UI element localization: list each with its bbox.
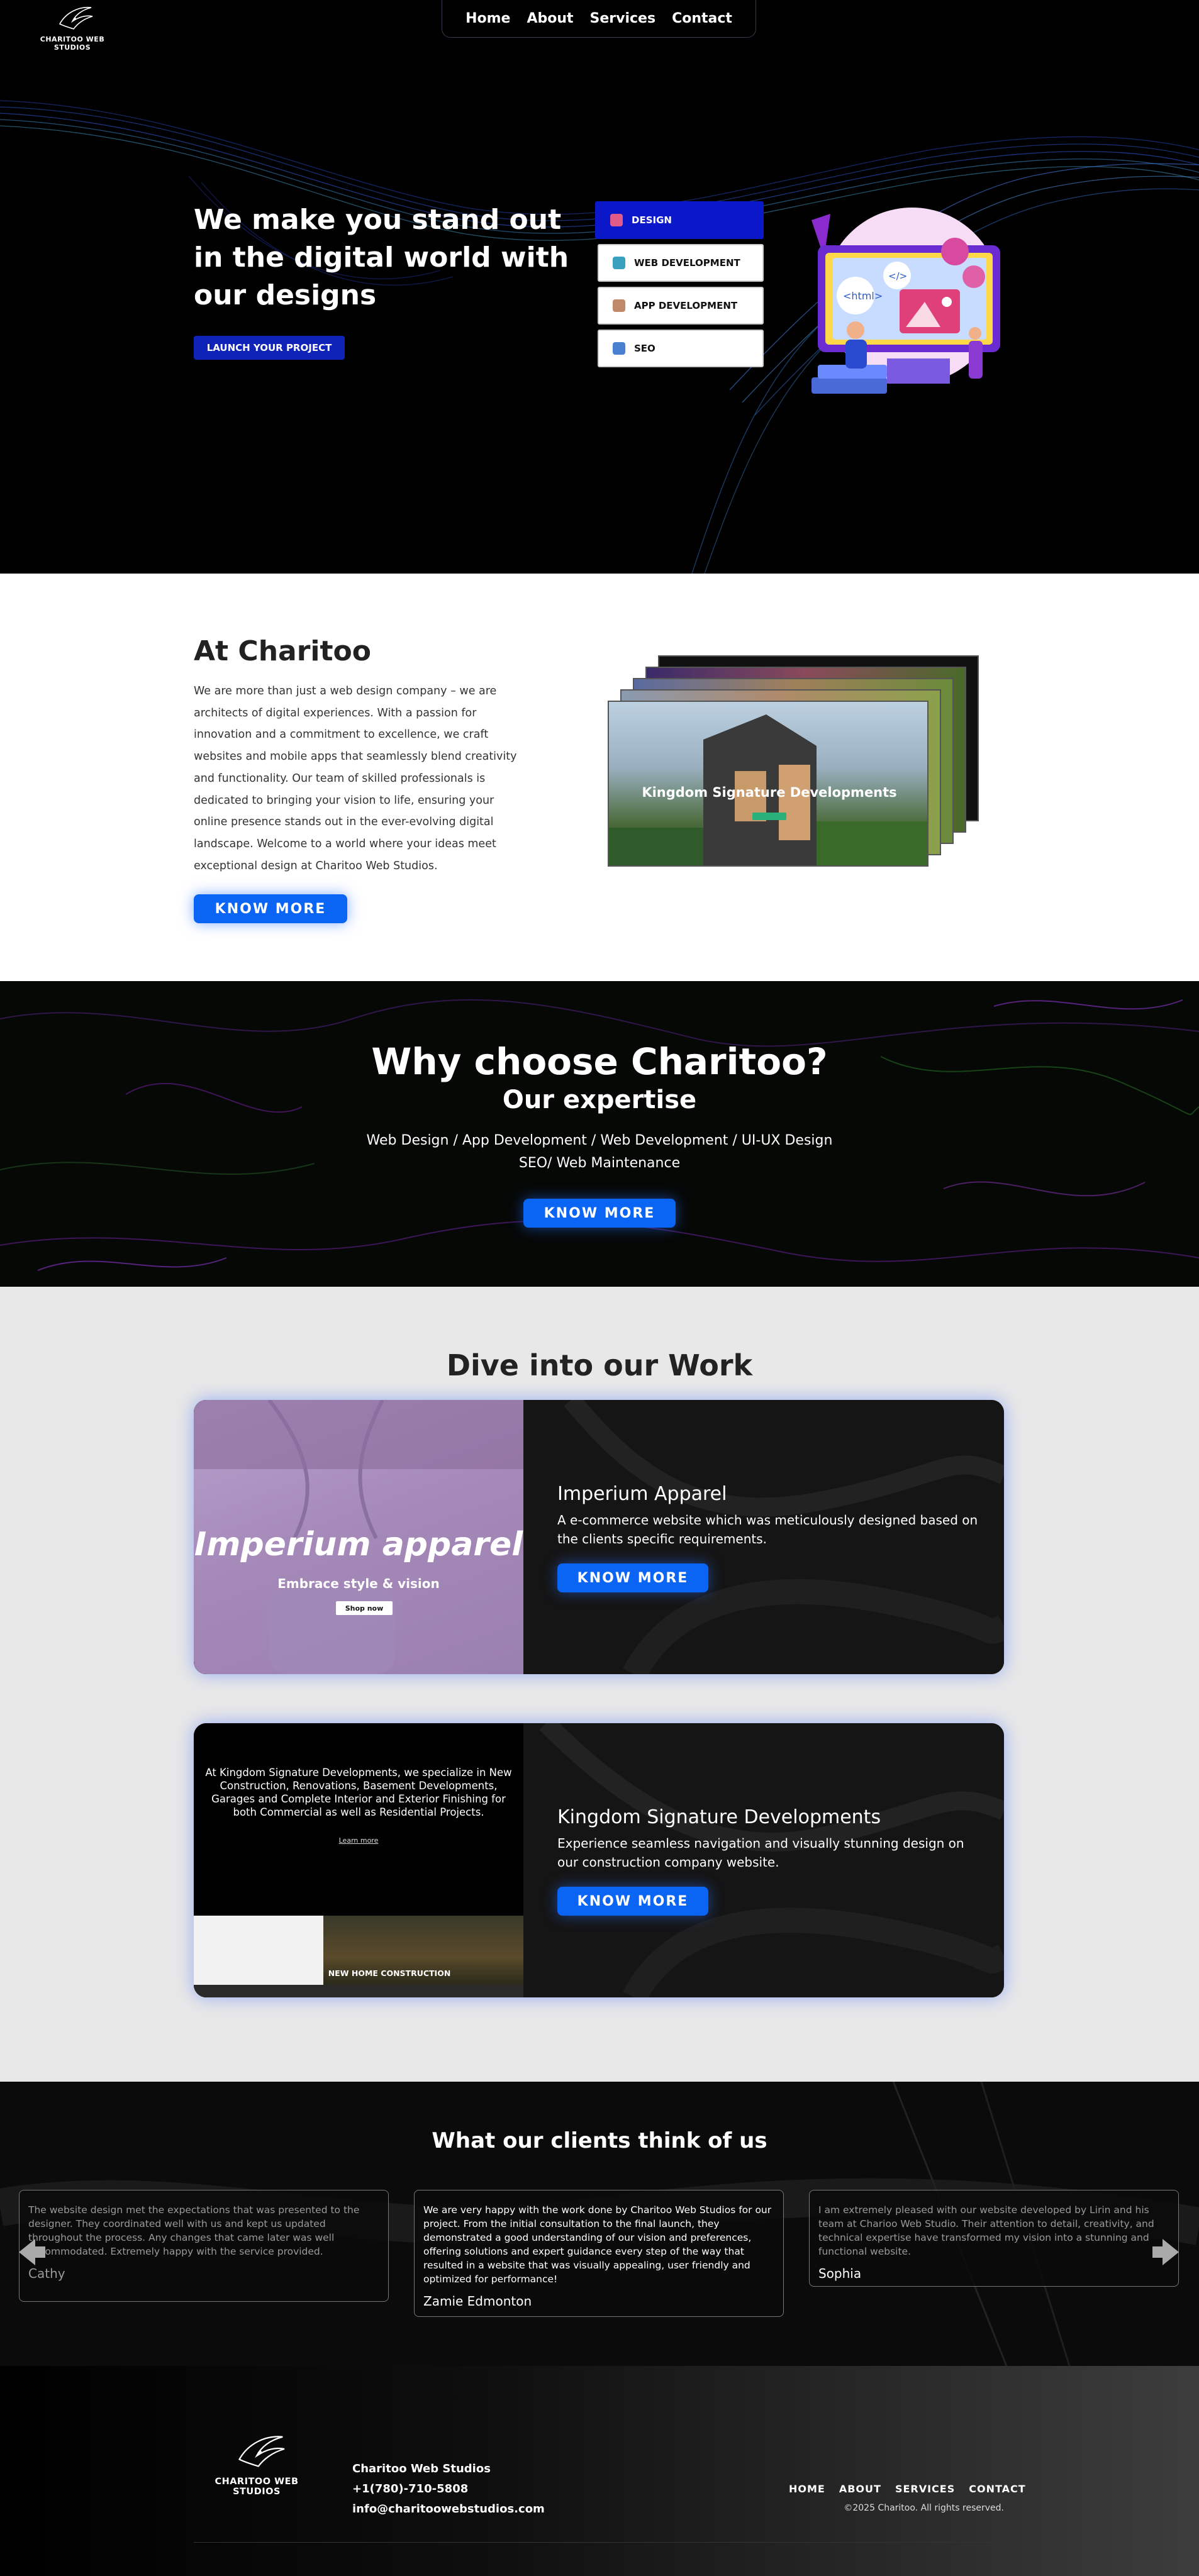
kingdom-know-more-button[interactable]: KNOW MORE [557,1887,708,1916]
testimonial-card: I am extremely pleased with our website … [809,2190,1179,2287]
footer: CHARITOO WEB STUDIOS Charitoo Web Studio… [0,2366,1199,2576]
testimonial-text: I am extremely pleased with our website … [818,2204,1154,2257]
nav-about[interactable]: About [527,11,573,26]
project-description: A e-commerce website which was meticulou… [557,1513,978,1546]
mockup-button [752,813,786,820]
testimonial-author: Zamie Edmonton [423,2294,532,2309]
house-image [609,714,927,865]
about-section: At Charitoo We are more than just a web … [0,574,1199,981]
kingdom-learn-more-link: Learn more [338,1836,379,1845]
imperium-know-more-button[interactable]: KNOW MORE [557,1563,708,1592]
service-item-app-development[interactable]: APP DEVELOPMENT [598,287,764,325]
kingdom-preview-image: At Kingdom Signature Developments, we sp… [194,1723,523,1997]
why-subtitle: Our expertise [502,1085,697,1114]
footer-logo-text: CHARITOO WEB STUDIOS [215,2477,299,2497]
website-mockup-stack: Kingdom Signature Developments [608,655,985,882]
testimonial-author: Sophia [818,2266,862,2281]
nav-home[interactable]: Home [466,11,510,26]
seo-icon [613,342,625,355]
testimonial-author: Cathy [28,2266,65,2281]
testimonials-section: What our clients think of us The website… [0,2082,1199,2366]
html-tag-label: <html> [843,290,883,302]
why-section: Why choose Charitoo? Our expertise Web D… [0,981,1199,1287]
design-icon [610,214,623,226]
testimonial-card: The website design met the expectations … [19,2190,389,2302]
kingdom-image-banner: NEW HOME CONSTRUCTION [328,1968,451,1978]
project-description: Experience seamless navigation and visua… [557,1836,964,1870]
imperium-preview-image: Imperium apparel Embrace style & vision … [194,1400,523,1674]
service-menu: DESIGN WEB DEVELOPMENT APP DEVELOPMENT S… [595,201,764,372]
testimonial-card: We are very happy with the work done by … [414,2190,784,2317]
expertise-list: Web Design / App Development / Web Devel… [348,1130,851,1175]
footer-nav-contact[interactable]: CONTACT [969,2483,1025,2495]
project-title: Imperium Apparel [557,1483,727,1505]
imperium-shop-now-button: Shop now [336,1601,393,1615]
expertise-line-1: Web Design / App Development / Web Devel… [366,1133,833,1148]
bird-logo-icon [59,7,93,30]
prev-arrow-icon[interactable] [16,2236,48,2268]
project-card-kingdom: At Kingdom Signature Developments, we sp… [194,1723,1004,1997]
site-logo[interactable]: CHARITOO WEB STUDIOS [25,0,120,52]
code-tag-label: </> [888,270,907,282]
nav-contact[interactable]: Contact [672,11,732,26]
imperium-image-title: Imperium apparel [194,1526,523,1563]
work-title: Dive into our Work [446,1348,753,1382]
expertise-line-2: SEO/ Web Maintenance [518,1155,681,1171]
service-label: APP DEVELOPMENT [634,300,738,311]
footer-nav-services[interactable]: SERVICES [895,2483,955,2495]
logo-text: CHARITOO WEB STUDIOS [40,35,105,52]
copyright-text: ©2025 Charitoo. All rights reserved. [844,2503,1004,2513]
launch-project-button[interactable]: LAUNCH YOUR PROJECT [194,336,345,360]
footer-divider [194,2542,1004,2543]
kingdom-image-text: At Kingdom Signature Developments, we sp… [205,1767,512,1818]
footer-nav-home[interactable]: HOME [789,2483,825,2495]
footer-logo[interactable]: CHARITOO WEB STUDIOS [194,2424,320,2497]
service-item-seo[interactable]: SEO [598,330,764,367]
mockup-heading: Kingdom Signature Developments [642,785,897,800]
service-item-web-development[interactable]: WEB DEVELOPMENT [598,244,764,282]
project-card-imperium: Imperium apparel Embrace style & vision … [194,1400,1004,1674]
web-dev-icon [613,257,625,269]
service-label: DESIGN [632,214,672,226]
footer-nav: HOME ABOUT SERVICES CONTACT [789,2483,1026,2495]
why-know-more-button[interactable]: KNOW MORE [523,1199,676,1228]
kingdom-image-bottom-bar [194,1985,523,1997]
hero-title: We make you stand out in the digital wor… [194,204,569,311]
design-illustration: <html> </> [811,208,1000,394]
work-section: Dive into our Work Imperium apparel Embr… [0,1287,1199,2082]
next-arrow-icon[interactable] [1150,2236,1181,2268]
imperium-image-subtitle: Embrace style & vision [277,1576,440,1591]
footer-phone[interactable]: +1(780)-710-5808 [352,2479,545,2499]
about-text: We are more than just a web design compa… [194,685,517,872]
app-dev-icon [613,299,625,312]
kingdom-image-white-block [194,1916,323,1985]
footer-nav-about[interactable]: ABOUT [839,2483,881,2495]
top-nav: Home About Services Contact [442,0,756,38]
about-title: At Charitoo [194,635,371,667]
hero-section: CHARITOO WEB STUDIOS Home About Services… [0,0,1199,574]
footer-email[interactable]: info@charitoowebstudios.com [352,2499,545,2519]
bird-logo-icon [238,2436,285,2467]
testimonials-title: What our clients think of us [432,2128,767,2153]
footer-contact-info: Charitoo Web Studios +1(780)-710-5808 in… [352,2459,545,2519]
service-item-design[interactable]: DESIGN [595,201,764,239]
footer-company-name: Charitoo Web Studios [352,2462,491,2475]
project-title: Kingdom Signature Developments [557,1806,881,1828]
nav-services[interactable]: Services [590,11,656,26]
why-title: Why choose Charitoo? [371,1040,828,1083]
service-label: SEO [634,343,655,354]
mockup-front: Kingdom Signature Developments [608,701,929,867]
service-label: WEB DEVELOPMENT [634,257,740,269]
about-know-more-button[interactable]: KNOW MORE [194,894,347,923]
testimonial-text: We are very happy with the work done by … [423,2204,772,2285]
testimonial-text: The website design met the expectations … [28,2204,360,2257]
